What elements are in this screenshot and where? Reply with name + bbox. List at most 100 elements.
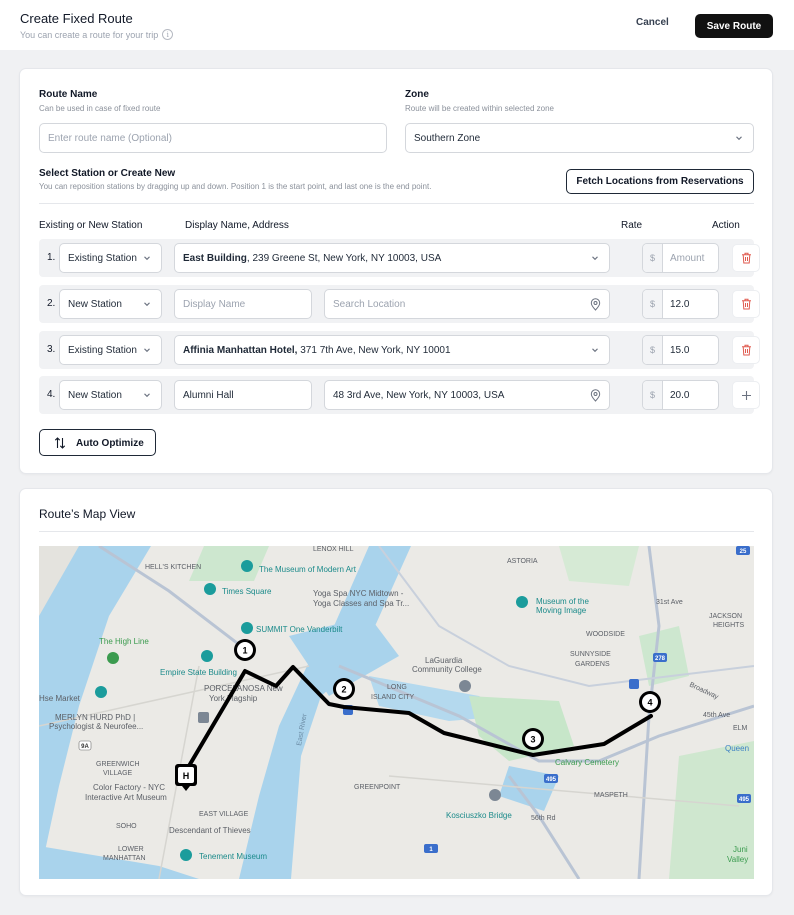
highway-shield: 278 bbox=[655, 656, 666, 662]
chevron-down-icon bbox=[592, 348, 598, 353]
page-subtitle: You can create a route for your trip i bbox=[20, 29, 174, 40]
delete-station-button[interactable] bbox=[732, 244, 760, 272]
page-subtitle-text: You can create a route for your trip bbox=[20, 29, 159, 40]
map-label: HELL'S KITCHEN bbox=[145, 564, 201, 571]
search-location-input[interactable]: Search Location bbox=[324, 289, 610, 319]
map-label: HEIGHTS bbox=[713, 622, 744, 629]
map-label: SUNNYSIDE bbox=[570, 651, 611, 658]
map-label: Valley bbox=[727, 855, 748, 864]
currency-symbol: $ bbox=[643, 244, 663, 272]
plus-icon bbox=[741, 390, 751, 400]
map-label: Hse Market bbox=[39, 694, 81, 703]
map-label: LOWER bbox=[118, 846, 144, 853]
auto-optimize-label: Auto Optimize bbox=[76, 438, 144, 449]
map-label: ASTORIA bbox=[507, 558, 538, 565]
display-name-input[interactable]: Alumni Hall bbox=[174, 380, 312, 410]
station-type-select[interactable]: New Station bbox=[59, 289, 162, 319]
school-poi-icon bbox=[459, 680, 471, 692]
map-label: EAST VILLAGE bbox=[199, 811, 249, 818]
map-label: MANHATTAN bbox=[103, 855, 146, 862]
cancel-button[interactable]: Cancel bbox=[636, 17, 669, 28]
highway-shield: 495 bbox=[739, 797, 750, 803]
rate-input[interactable]: $ 15.0 bbox=[642, 335, 719, 365]
map-label: Yoga Spa NYC Midtown - bbox=[313, 589, 404, 598]
shop-poi-icon bbox=[95, 686, 107, 698]
row-number: 1. bbox=[47, 252, 56, 263]
top-bar: Create Fixed Route You can create a rout… bbox=[0, 0, 794, 50]
chevron-down-icon bbox=[144, 256, 150, 261]
trash-icon bbox=[741, 298, 751, 310]
map-label: Color Factory - NYC bbox=[93, 783, 165, 792]
rate-input[interactable]: $ 20.0 bbox=[642, 380, 719, 410]
rate-input[interactable]: $ Amount bbox=[642, 243, 719, 273]
delete-station-button[interactable] bbox=[732, 290, 760, 318]
map-label: Times Square bbox=[222, 587, 272, 596]
chevron-down-icon bbox=[144, 348, 150, 353]
route-marker-3[interactable]: 3 bbox=[522, 728, 544, 750]
row-number: 4. bbox=[47, 389, 56, 400]
zone-select[interactable]: Southern Zone bbox=[405, 123, 754, 153]
station-type-select[interactable]: Existing Station bbox=[59, 335, 162, 365]
route-marker-1[interactable]: 1 bbox=[234, 639, 256, 661]
route-marker-4[interactable]: 4 bbox=[639, 691, 661, 713]
marker-label: 2 bbox=[341, 685, 346, 695]
map-label: Community College bbox=[412, 665, 482, 674]
business-poi-icon bbox=[198, 712, 209, 723]
station-address: Affinia Manhattan Hotel, 371 7th Ave, Ne… bbox=[183, 345, 451, 356]
map-title: Route’s Map View bbox=[39, 507, 136, 521]
station-type-select[interactable]: New Station bbox=[59, 380, 162, 410]
delete-station-button[interactable] bbox=[732, 336, 760, 364]
map-label: SUMMIT One Vanderbilt bbox=[256, 625, 343, 634]
auto-optimize-button[interactable]: Auto Optimize bbox=[39, 429, 156, 456]
display-name-input[interactable] bbox=[174, 289, 312, 319]
station-row[interactable]: 1. Existing Station East Building, 239 G… bbox=[39, 239, 760, 277]
map-label: MERLYN HURD PhD | bbox=[55, 713, 135, 722]
landmark-poi-icon bbox=[201, 650, 213, 662]
map-card: Route’s Map View LENOX HILL HELL'S KITCH… bbox=[19, 488, 773, 896]
trash-icon bbox=[741, 344, 751, 356]
route-map[interactable]: LENOX HILL HELL'S KITCHEN The Museum of … bbox=[39, 546, 754, 879]
existing-station-select[interactable]: Affinia Manhattan Hotel, 371 7th Ave, Ne… bbox=[174, 335, 610, 365]
fetch-locations-button[interactable]: Fetch Locations from Reservations bbox=[566, 169, 754, 194]
map-label: LaGuardia bbox=[425, 656, 463, 665]
location-value: 48 3rd Ave, New York, NY 10003, USA bbox=[333, 389, 505, 401]
column-header-type: Existing or New Station bbox=[39, 220, 143, 231]
rate-input[interactable]: $ 12.0 bbox=[642, 289, 719, 319]
highway-shield: 9A bbox=[81, 744, 89, 750]
chevron-down-icon bbox=[736, 136, 742, 141]
chevron-down-icon bbox=[592, 256, 598, 261]
highway-shield: 25 bbox=[740, 549, 747, 555]
map-label: SOHO bbox=[116, 823, 137, 830]
chevron-down-icon bbox=[144, 302, 150, 307]
column-header-display: Display Name, Address bbox=[185, 220, 289, 231]
map-label: GARDENS bbox=[575, 661, 610, 668]
info-icon[interactable]: i bbox=[162, 29, 174, 40]
map-label: Queen bbox=[725, 744, 749, 753]
map-label: Interactive Art Museum bbox=[85, 793, 167, 802]
map-label: Descendant of Thieves bbox=[169, 826, 251, 835]
add-station-button[interactable] bbox=[732, 381, 760, 409]
map-label: Moving Image bbox=[536, 606, 587, 615]
marker-label: 3 bbox=[530, 735, 535, 745]
map-canvas[interactable]: LENOX HILL HELL'S KITCHEN The Museum of … bbox=[39, 546, 754, 879]
map-label: Museum of the bbox=[536, 597, 589, 606]
existing-station-select[interactable]: East Building, 239 Greene St, New York, … bbox=[174, 243, 610, 273]
route-marker-2[interactable]: 2 bbox=[333, 678, 355, 700]
station-row[interactable]: 2. New Station Search Location $ 12.0 bbox=[39, 285, 760, 323]
save-route-button[interactable]: Save Route bbox=[695, 14, 773, 38]
map-label: Kosciuszko Bridge bbox=[446, 811, 512, 820]
search-location-input[interactable]: 48 3rd Ave, New York, NY 10003, USA bbox=[324, 380, 610, 410]
display-name-value: Alumni Hall bbox=[183, 389, 234, 401]
station-address-text: 371 7th Ave, New York, NY 10001 bbox=[297, 344, 451, 356]
transit-poi-icon bbox=[629, 679, 639, 689]
map-label: Tenement Museum bbox=[199, 852, 267, 861]
zone-label: Zone bbox=[405, 89, 429, 100]
station-row[interactable]: 4. New Station Alumni Hall 48 3rd Ave, N… bbox=[39, 376, 760, 414]
row-number: 2. bbox=[47, 298, 56, 309]
station-row[interactable]: 3. Existing Station Affinia Manhattan Ho… bbox=[39, 331, 760, 369]
currency-symbol: $ bbox=[643, 336, 663, 364]
map-label: LENOX HILL bbox=[313, 546, 354, 553]
route-name-input[interactable] bbox=[39, 123, 387, 153]
station-type-select[interactable]: Existing Station bbox=[59, 243, 162, 273]
bridge-poi-icon bbox=[489, 789, 501, 801]
